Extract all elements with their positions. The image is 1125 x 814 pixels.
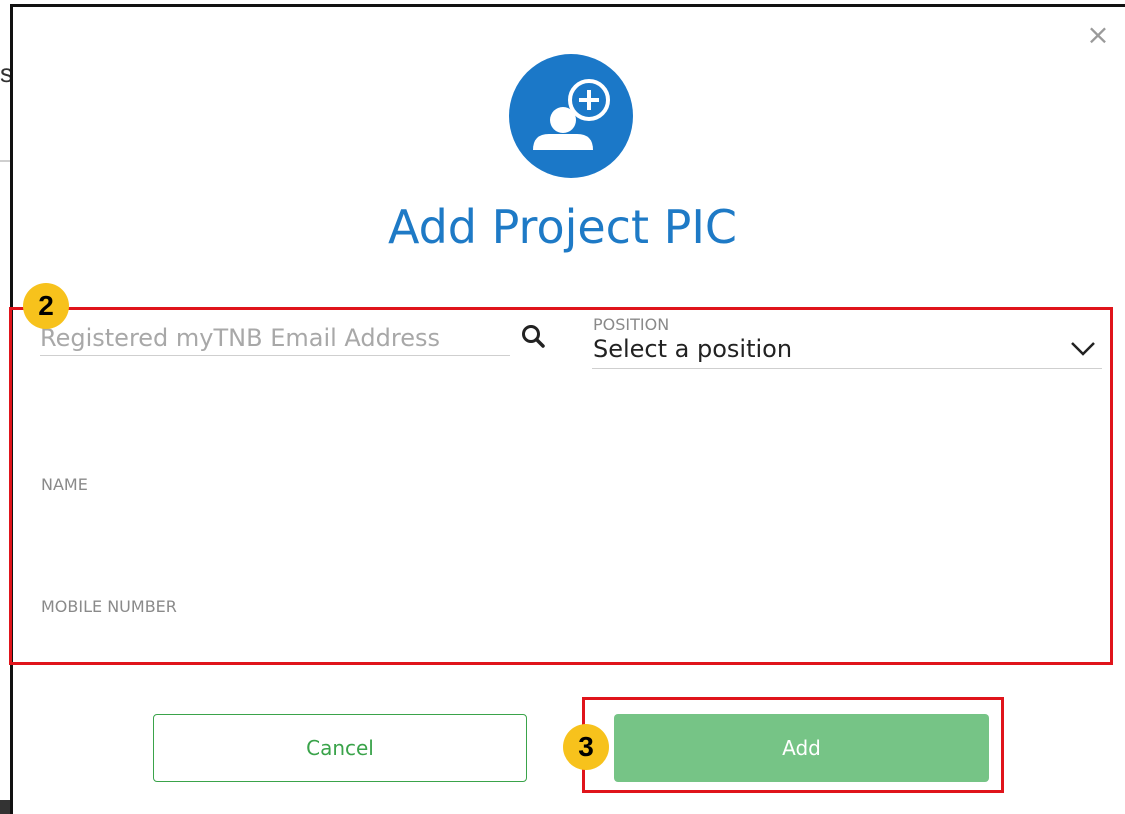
annotation-box-form xyxy=(9,307,1113,665)
annotation-badge-3: 3 xyxy=(563,724,609,770)
close-icon[interactable]: × xyxy=(1085,21,1111,49)
cancel-button[interactable]: Cancel xyxy=(153,714,527,782)
annotation-box-add xyxy=(582,697,1004,793)
add-user-icon xyxy=(509,54,633,178)
dialog-title: Add Project PIC xyxy=(387,200,738,254)
background-element xyxy=(0,800,10,814)
annotation-badge-2: 2 xyxy=(23,283,69,329)
